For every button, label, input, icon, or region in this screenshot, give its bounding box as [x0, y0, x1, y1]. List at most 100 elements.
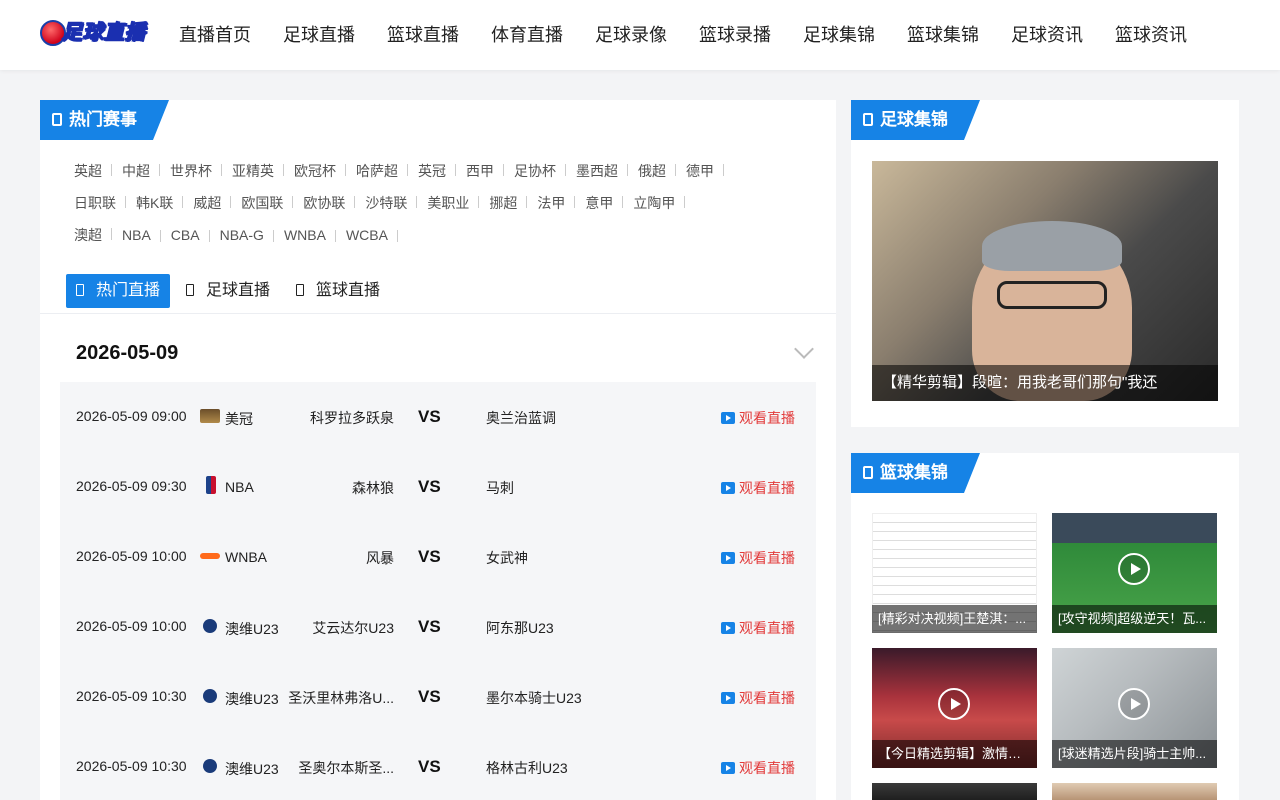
- play-icon[interactable]: [1118, 553, 1150, 585]
- highlight-caption[interactable]: [精彩对决视频]王楚淇：...: [872, 605, 1037, 633]
- home-team: 科罗拉多跃泉: [310, 410, 394, 426]
- video-thumbnail: [872, 783, 1037, 800]
- home-team: 圣奥尔本斯圣...: [298, 760, 394, 776]
- nav-sports-live[interactable]: 体育直播: [476, 0, 578, 70]
- highlight-card[interactable]: [872, 783, 1037, 800]
- nav-live-home[interactable]: 直播首页: [164, 0, 266, 70]
- league-link[interactable]: 韩K联: [126, 193, 184, 213]
- highlight-caption[interactable]: [球迷精选片段]骑士主帅...: [1052, 740, 1217, 768]
- league-link[interactable]: 立陶甲: [623, 193, 686, 213]
- league-link[interactable]: 欧国联: [231, 193, 294, 213]
- play-icon: [721, 762, 735, 774]
- site-logo[interactable]: 足球直播: [40, 18, 148, 48]
- league-link[interactable]: 欧冠杯: [284, 161, 346, 181]
- highlight-card[interactable]: [1052, 783, 1217, 800]
- league-link[interactable]: 日职联: [64, 193, 126, 213]
- league-link[interactable]: 英超: [64, 161, 112, 181]
- vs-label: VS: [418, 477, 441, 496]
- nav-football-replay[interactable]: 足球录像: [580, 0, 682, 70]
- match-time: 2026-05-09 09:30: [76, 478, 187, 494]
- match-time: 2026-05-09 10:00: [76, 548, 187, 564]
- highlight-caption[interactable]: 【今日精选剪辑】激情欧...: [872, 740, 1037, 768]
- tab-label: 足球直播: [206, 282, 271, 299]
- league-link[interactable]: 威超: [183, 193, 232, 213]
- league-link[interactable]: 沙特联: [355, 193, 418, 213]
- league-link[interactable]: 澳超: [64, 225, 112, 245]
- match-league[interactable]: 美冠: [225, 409, 253, 429]
- league-link[interactable]: 意甲: [575, 193, 624, 213]
- featured-video-caption[interactable]: 【精华剪辑】段暄：用我老哥们那句"我还: [872, 365, 1218, 401]
- away-team: 马刺: [486, 480, 514, 496]
- away-team: 阿东那U23: [486, 620, 554, 636]
- play-icon[interactable]: [1118, 688, 1150, 720]
- watch-live-button[interactable]: 观看直播: [721, 688, 795, 708]
- tab-label: 篮球直播: [316, 282, 381, 299]
- league-link[interactable]: 欧协联: [293, 193, 356, 213]
- league-link[interactable]: CBA: [161, 227, 210, 243]
- watch-live-button[interactable]: 观看直播: [721, 548, 795, 568]
- league-row: 日职联 韩K联 威超 欧国联 欧协联 沙特联 美职业 挪超 法甲 意甲 立陶甲: [64, 187, 824, 219]
- watch-live-label: 观看直播: [739, 550, 795, 566]
- league-link[interactable]: NBA: [112, 227, 161, 243]
- match-row: 2026-05-09 10:30 澳维U23 圣奥尔本斯圣... VS 格林古利U23 观…: [60, 732, 816, 800]
- away-team: 墨尔本骑士U23: [486, 690, 582, 706]
- nav-basketball-replay[interactable]: 篮球录播: [684, 0, 786, 70]
- watch-live-label: 观看直播: [739, 760, 795, 776]
- league-link[interactable]: 挪超: [479, 193, 528, 213]
- highlight-card[interactable]: [攻守视频]超级逆天！瓦...: [1052, 513, 1217, 633]
- nav-basketball-news[interactable]: 篮球资讯: [1100, 0, 1202, 70]
- nav-football-news[interactable]: 足球资讯: [996, 0, 1098, 70]
- tab-football-live[interactable]: 足球直播: [176, 274, 280, 308]
- match-league[interactable]: 澳维U23: [225, 619, 279, 639]
- football-highlights-title: 足球集锦: [851, 100, 980, 140]
- highlight-card[interactable]: [球迷精选片段]骑士主帅...: [1052, 648, 1217, 768]
- play-icon[interactable]: [938, 688, 970, 720]
- league-link[interactable]: WNBA: [274, 227, 336, 243]
- play-icon: [721, 622, 735, 634]
- league-link[interactable]: 德甲: [676, 161, 724, 181]
- league-link[interactable]: 英冠: [408, 161, 456, 181]
- league-link[interactable]: 法甲: [527, 193, 576, 213]
- video-thumbnail-hair: [982, 221, 1122, 271]
- watch-live-button[interactable]: 观看直播: [721, 478, 795, 498]
- league-link[interactable]: 西甲: [456, 161, 504, 181]
- league-link[interactable]: 俄超: [628, 161, 676, 181]
- highlight-card[interactable]: 【今日精选剪辑】激情欧...: [872, 648, 1037, 768]
- nav-basketball-highlights[interactable]: 篮球集锦: [892, 0, 994, 70]
- league-link[interactable]: NBA-G: [210, 227, 275, 243]
- match-time: 2026-05-09 10:30: [76, 758, 187, 774]
- league-link[interactable]: 美职业: [417, 193, 480, 213]
- basketball-highlights-panel: 篮球集锦 [精彩对决视频]王楚淇：... [攻守视频]超级逆天！瓦... 【今日…: [851, 453, 1239, 800]
- away-team: 奥兰治蓝调: [486, 410, 556, 426]
- match-league[interactable]: 澳维U23: [225, 689, 279, 709]
- vs-label: VS: [418, 617, 441, 636]
- nav-football-live[interactable]: 足球直播: [268, 0, 370, 70]
- watch-live-label: 观看直播: [739, 480, 795, 496]
- nav-football-highlights[interactable]: 足球集锦: [788, 0, 890, 70]
- featured-video[interactable]: 【精华剪辑】段暄：用我老哥们那句"我还: [872, 161, 1218, 401]
- highlight-card[interactable]: [精彩对决视频]王楚淇：...: [872, 513, 1037, 633]
- league-link[interactable]: 亚精英: [222, 161, 284, 181]
- league-link[interactable]: 哈萨超: [346, 161, 408, 181]
- football-highlights-label: 足球集锦: [880, 110, 948, 129]
- league-link[interactable]: 足协杯: [504, 161, 566, 181]
- league-link[interactable]: 世界杯: [160, 161, 222, 181]
- league-link[interactable]: WCBA: [336, 227, 398, 243]
- league-link[interactable]: 中超: [112, 161, 160, 181]
- home-team: 圣沃里林弗洛U...: [288, 690, 394, 706]
- chevron-down-icon[interactable]: [794, 339, 814, 359]
- play-icon: [721, 552, 735, 564]
- highlight-caption[interactable]: [攻守视频]超级逆天！瓦...: [1052, 605, 1217, 633]
- match-list: 2026-05-09 09:00 美冠 科罗拉多跃泉 VS 奥兰治蓝调 观看直播 2026-…: [60, 382, 816, 800]
- match-league[interactable]: NBA: [225, 479, 254, 495]
- nav-basketball-live[interactable]: 篮球直播: [372, 0, 474, 70]
- watch-live-button[interactable]: 观看直播: [721, 758, 795, 778]
- date-heading: 2026-05-09: [76, 342, 179, 364]
- watch-live-button[interactable]: 观看直播: [721, 618, 795, 638]
- tab-basketball-live[interactable]: 篮球直播: [286, 274, 390, 308]
- match-league[interactable]: WNBA: [225, 549, 267, 565]
- watch-live-button[interactable]: 观看直播: [721, 408, 795, 428]
- match-league[interactable]: 澳维U23: [225, 759, 279, 779]
- league-link[interactable]: 墨西超: [566, 161, 628, 181]
- tab-hot-live[interactable]: 热门直播: [66, 274, 171, 308]
